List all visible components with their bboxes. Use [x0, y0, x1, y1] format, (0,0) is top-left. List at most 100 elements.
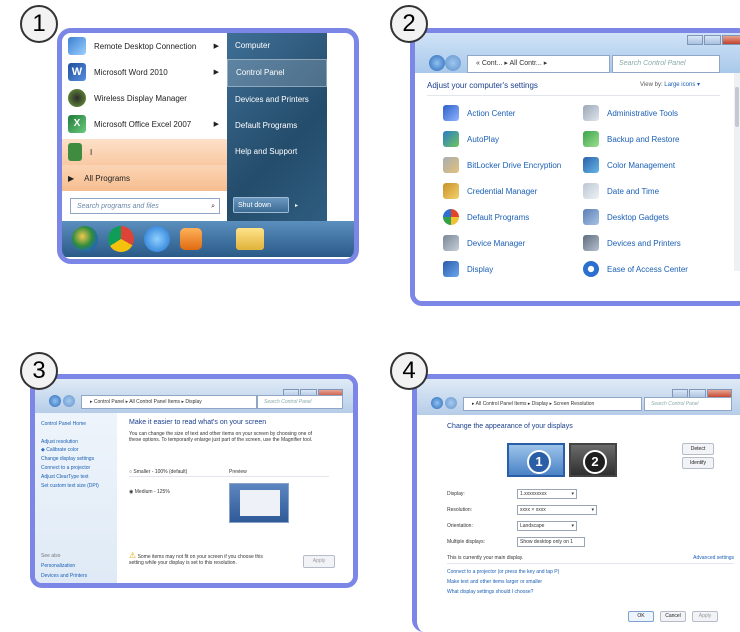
close-button[interactable] [721, 35, 740, 45]
search-box[interactable]: Search Control Panel [644, 397, 732, 411]
cp-item-date-time[interactable]: Date and Time [583, 183, 659, 199]
all-programs-button[interactable]: ▶ All Programs [62, 165, 227, 191]
printer-icon [583, 235, 599, 251]
identify-button[interactable]: Identify [682, 457, 714, 469]
sidebar-connect-projector[interactable]: Connect to a projector [41, 465, 90, 471]
text-size-link[interactable]: Make text and other items larger or smal… [447, 579, 542, 585]
cp-item-backup-restore[interactable]: Backup and Restore [583, 131, 680, 147]
control-panel-content: Adjust your computer's settings View by:… [415, 73, 740, 301]
view-by-dropdown[interactable]: Large icons ▾ [664, 82, 700, 88]
resolution-select[interactable]: xxxx × xxxx ▾ [517, 505, 597, 515]
sidebar-adjust-cleartype[interactable]: Adjust ClearType text [41, 474, 89, 480]
apply-button[interactable]: Apply [692, 611, 718, 622]
see-also-personalization[interactable]: Personalization [41, 563, 75, 569]
cp-item-label: Device Manager [467, 238, 526, 248]
see-also-devices-printers[interactable]: Devices and Printers [41, 573, 87, 579]
folder-icon[interactable] [236, 228, 264, 250]
sidebar-adjust-resolution[interactable]: Adjust resolution [41, 439, 78, 445]
search-icon: ⌕ [211, 203, 215, 210]
radio-checked[interactable]: ◉ [129, 489, 133, 495]
start-right-control-panel[interactable]: Control Panel [227, 59, 327, 87]
media-player-icon[interactable] [180, 228, 202, 250]
start-item-selected[interactable]: I [62, 139, 227, 165]
address-bar[interactable]: ▸ Control Panel ▸ All Control Panel Item… [81, 395, 257, 409]
cp-item-label: Default Programs [467, 212, 530, 222]
detect-button[interactable]: Detect [682, 443, 714, 455]
start-right-default-programs[interactable]: Default Programs [227, 113, 327, 139]
connect-projector-link[interactable]: Connect to a projector (or press the key… [447, 569, 559, 575]
search-box[interactable]: Search Control Panel [257, 395, 343, 409]
window-controls [687, 35, 740, 45]
step-badge-1: 1 [20, 5, 58, 43]
start-item-label: Wireless Display Manager [94, 93, 187, 103]
cp-item-action-center[interactable]: Action Center [443, 105, 515, 121]
cancel-button[interactable]: Cancel [660, 611, 686, 622]
option-medium[interactable]: ◉ Medium - 125% [129, 489, 170, 495]
sidebar-calibrate-color[interactable]: ◆ Calibrate color [41, 447, 79, 453]
cp-item-bitlocker[interactable]: BitLocker Drive Encryption [443, 157, 561, 173]
back-icon[interactable] [431, 397, 443, 409]
window-titlebar: « Cont... ▸ All Contr... ▸ Search Contro… [415, 33, 740, 73]
orientation-select[interactable]: Landscape ▾ [517, 521, 577, 531]
monitor-1[interactable]: 1 [507, 443, 565, 477]
start-right-computer[interactable]: Computer [227, 33, 327, 59]
app-icon [68, 143, 82, 161]
ok-button[interactable]: OK [628, 611, 654, 622]
remote-desktop-icon [68, 37, 86, 55]
shutdown-button[interactable]: Shut down ▸ [233, 197, 298, 213]
address-bar[interactable]: « Cont... ▸ All Contr... ▸ [467, 55, 610, 73]
chevron-down-icon: ▾ [591, 507, 594, 513]
windows-start-orb-icon[interactable] [72, 226, 98, 252]
gadgets-icon [583, 209, 599, 225]
maximize-button[interactable] [704, 35, 721, 45]
minimize-button[interactable] [687, 35, 704, 45]
cp-item-ease-of-access[interactable]: Ease of Access Center [583, 261, 688, 277]
shield-icon: ◆ [41, 447, 45, 453]
display-select[interactable]: 1.xxxxxxxxx ▾ [517, 489, 577, 499]
display-main: Make it easier to read what's on your sc… [117, 413, 353, 583]
internet-explorer-icon[interactable] [144, 226, 170, 252]
multiple-displays-select[interactable]: Show desktop only on 1 [517, 537, 585, 547]
scrollbar[interactable] [734, 73, 740, 271]
chevron-down-icon: ▾ [571, 491, 574, 497]
forward-icon[interactable] [63, 395, 75, 407]
radio-unchecked[interactable]: ○ [129, 469, 132, 475]
start-item-remote-desktop[interactable]: Remote Desktop Connection ▶ [62, 33, 227, 59]
cp-item-color-management[interactable]: Color Management [583, 157, 675, 173]
forward-icon[interactable] [445, 397, 457, 409]
start-right-help-support[interactable]: Help and Support [227, 139, 327, 165]
cp-item-default-programs[interactable]: Default Programs [443, 209, 529, 225]
taskbar [62, 221, 354, 257]
scrollbar-thumb[interactable] [735, 87, 739, 127]
start-search-box[interactable]: Search programs and files ⌕ [70, 198, 220, 214]
display-sidebar: Control Panel Home Adjust resolution ◆ C… [35, 413, 117, 583]
start-item-word[interactable]: W Microsoft Word 2010 ▶ [62, 59, 227, 85]
apply-button[interactable]: Apply [303, 555, 335, 568]
address-bar[interactable]: ▸ All Control Panel Items ▸ Display ▸ Sc… [463, 397, 642, 411]
sidebar-change-display-settings[interactable]: Change display settings [41, 456, 94, 462]
option-smaller[interactable]: ○ Smaller - 100% (default) [129, 469, 187, 475]
search-box[interactable]: Search Control Panel [612, 55, 720, 73]
start-item-label: Microsoft Word 2010 [94, 67, 168, 77]
cp-item-display[interactable]: Display [443, 261, 493, 277]
cp-item-device-manager[interactable]: Device Manager [443, 235, 525, 251]
forward-icon[interactable] [445, 55, 461, 71]
step-badge-4: 4 [390, 352, 428, 390]
start-right-devices-printers[interactable]: Devices and Printers [227, 87, 327, 113]
display-help-link[interactable]: What display settings should I choose? [447, 589, 533, 595]
monitor-2[interactable]: 2 [569, 443, 617, 477]
cp-item-autoplay[interactable]: AutoPlay [443, 131, 499, 147]
back-icon[interactable] [429, 55, 445, 71]
cp-item-admin-tools[interactable]: Administrative Tools [583, 105, 678, 121]
start-item-label: I [90, 147, 93, 157]
sidebar-custom-text-size[interactable]: Set custom text size (DPI) [41, 483, 99, 489]
cp-item-desktop-gadgets[interactable]: Desktop Gadgets [583, 209, 669, 225]
start-item-wireless-display[interactable]: Wireless Display Manager [62, 85, 227, 111]
back-icon[interactable] [49, 395, 61, 407]
cp-item-devices-printers[interactable]: Devices and Printers [583, 235, 681, 251]
chrome-icon[interactable] [108, 226, 134, 252]
advanced-settings-link[interactable]: Advanced settings [693, 555, 734, 561]
start-item-excel[interactable]: X Microsoft Office Excel 2007 ▶ [62, 111, 227, 137]
cp-item-credential-manager[interactable]: Credential Manager [443, 183, 537, 199]
sidebar-control-panel-home[interactable]: Control Panel Home [41, 421, 86, 427]
